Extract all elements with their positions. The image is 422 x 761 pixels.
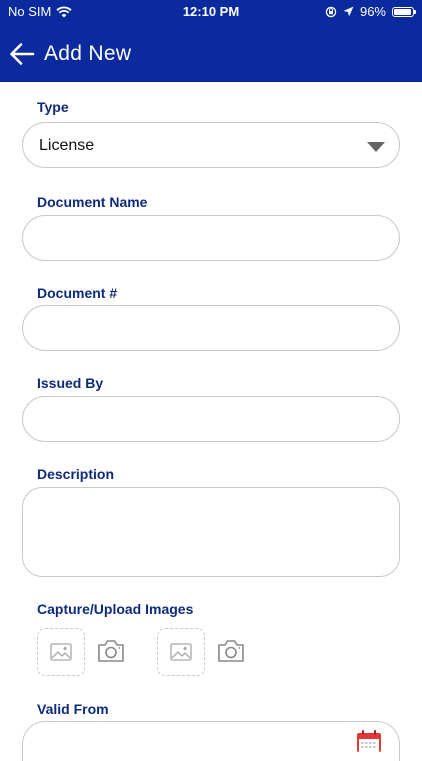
page-title: Add New xyxy=(44,42,132,65)
image-placeholder-icon xyxy=(50,643,72,661)
description-label: Description xyxy=(37,466,115,482)
document-number-input[interactable] xyxy=(22,305,400,351)
type-selected-value: License xyxy=(39,137,95,154)
image-slot-2[interactable] xyxy=(157,628,205,676)
type-label: Type xyxy=(37,99,69,115)
nav-bar: Add New xyxy=(0,24,422,82)
battery-icon xyxy=(392,6,416,17)
document-name-label: Document Name xyxy=(37,194,148,210)
status-bar: No SIM 12:10 PM 96% xyxy=(0,0,422,24)
caret-down-icon xyxy=(367,142,385,152)
valid-from-label: Valid From xyxy=(37,701,109,717)
issued-by-label: Issued By xyxy=(37,375,104,391)
document-number-label: Document # xyxy=(37,285,118,301)
calendar-icon[interactable] xyxy=(356,730,382,752)
type-select[interactable]: License xyxy=(22,122,400,168)
image-placeholder-icon xyxy=(170,643,192,661)
rotation-lock-icon xyxy=(325,6,337,17)
camera-icon[interactable] xyxy=(96,636,126,666)
document-name-input[interactable] xyxy=(22,215,400,261)
back-arrow-icon[interactable] xyxy=(8,40,36,68)
camera-icon[interactable] xyxy=(216,636,246,666)
images-label: Capture/Upload Images xyxy=(37,601,194,617)
image-slot-1[interactable] xyxy=(37,628,85,676)
battery-percent: 96% xyxy=(359,4,386,19)
issued-by-input[interactable] xyxy=(22,396,400,442)
status-right: 96% xyxy=(325,4,416,19)
valid-from-input[interactable] xyxy=(22,721,400,761)
location-arrow-icon xyxy=(343,6,354,17)
description-textarea[interactable] xyxy=(22,487,400,577)
